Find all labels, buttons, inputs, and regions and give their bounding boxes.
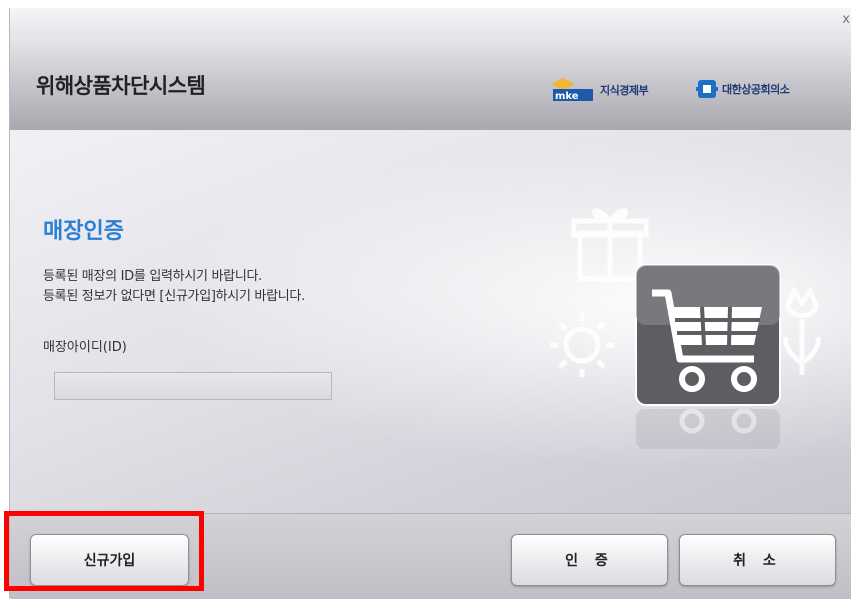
kcci-logo: 대한상공회의소	[696, 78, 790, 100]
cancel-button[interactable]: 취 소	[679, 534, 836, 586]
mke-logo-icon: mke	[551, 78, 593, 102]
kcci-logo-text: 대한상공회의소	[722, 83, 790, 96]
description-line-2: 등록된 정보가 없다면 [신규가입]하시기 바랍니다.	[43, 289, 305, 304]
section-title: 매장인증	[43, 219, 124, 244]
button-bar: 신규가입 인 증 취 소	[10, 513, 851, 599]
title-bar: x	[10, 8, 851, 38]
description-line-1: 등록된 매장의 ID를 입력하시기 바랍니다.	[43, 269, 262, 284]
cart-reflection	[636, 408, 780, 449]
svg-text:mke: mke	[555, 91, 579, 102]
store-id-input[interactable]	[54, 372, 332, 400]
sun-icon	[550, 313, 614, 377]
header-banner: 위해상품차단시스템 mke 지식경제부 대한상공회의소	[10, 38, 851, 130]
gift-icon	[571, 208, 649, 282]
mke-logo-text: 지식경제부	[600, 84, 649, 97]
shopping-illustration	[550, 208, 821, 449]
tulip-icon	[783, 285, 821, 375]
app-title: 위해상품차단시스템	[36, 74, 206, 98]
close-icon[interactable]: x	[842, 12, 850, 27]
store-id-label: 매장아이디(ID)	[43, 340, 127, 355]
shopping-cart-icon	[635, 264, 781, 406]
signup-button[interactable]: 신규가입	[30, 534, 189, 586]
dialog-window: x 위해상품차단시스템 mke 지식경제부 대한상공회의소 매장인증 등록된 매…	[9, 8, 851, 599]
mke-logo: mke 지식경제부	[551, 78, 649, 102]
kcci-logo-icon	[696, 80, 718, 98]
authenticate-button[interactable]: 인 증	[511, 534, 668, 586]
auth-panel: 매장인증 등록된 매장의 ID를 입력하시기 바랍니다. 등록된 정보가 없다면…	[10, 130, 851, 513]
